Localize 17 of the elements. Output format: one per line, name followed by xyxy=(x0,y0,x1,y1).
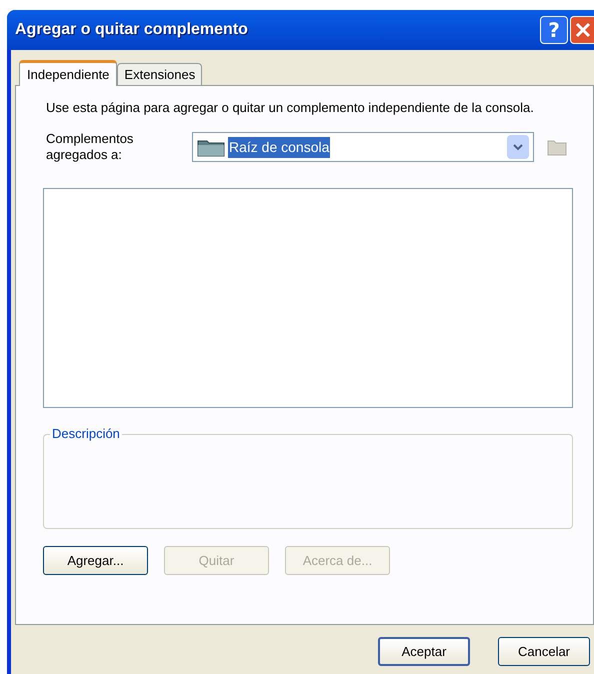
folder-icon[interactable] xyxy=(547,138,567,156)
tab[interactable]: Independiente xyxy=(19,60,118,86)
push-button[interactable]: Cancelar xyxy=(498,637,590,666)
push-button[interactable]: Agregar... xyxy=(43,546,148,575)
tab[interactable]: Extensiones xyxy=(117,63,202,85)
dropdown-arrow-button[interactable] xyxy=(507,135,529,159)
intro-text: Use esta página para agregar o quitar un complemento independiente de la consola. xyxy=(46,100,535,116)
group-legend: Descripción xyxy=(50,426,122,442)
help-button[interactable]: ? xyxy=(540,16,568,44)
field-label: Complementos agregados a: xyxy=(46,131,134,163)
close-icon xyxy=(574,22,590,38)
window-title: Agregar o quitar complemento xyxy=(15,20,249,40)
chevron-down-icon xyxy=(513,144,523,150)
close-button[interactable] xyxy=(570,16,594,44)
dropdown-value: Raíz de consola xyxy=(228,136,330,158)
console-root-dropdown[interactable]: Raíz de consola xyxy=(192,132,534,162)
push-button[interactable]: Aceptar xyxy=(378,637,470,666)
